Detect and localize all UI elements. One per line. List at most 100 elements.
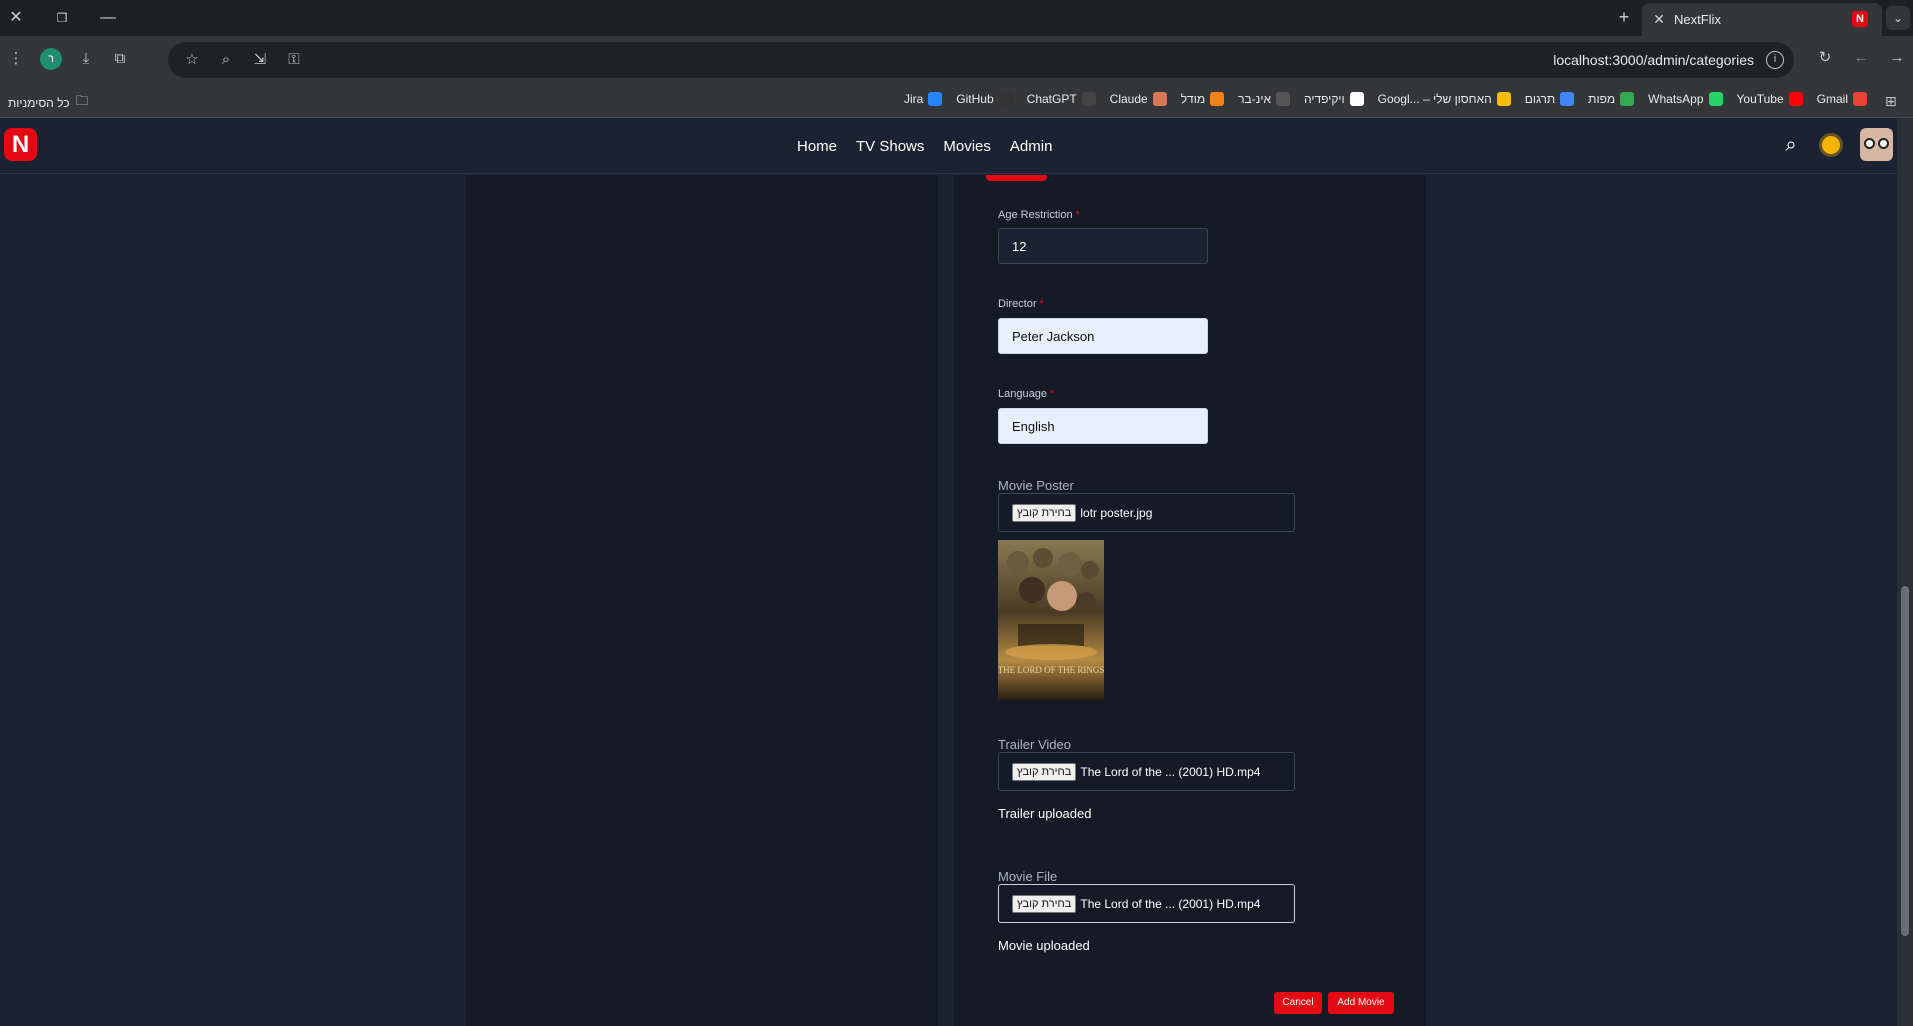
- close-window-icon[interactable]: ✕: [4, 6, 28, 30]
- back-icon[interactable]: ←: [1851, 48, 1871, 68]
- drive-icon: [1496, 92, 1511, 106]
- nextflix-logo[interactable]: N: [4, 128, 37, 161]
- bookmark-label: Gmail: [1816, 92, 1848, 106]
- avatar-eye-left: [1864, 138, 1875, 149]
- active-section-tab[interactable]: [986, 175, 1047, 181]
- bookmark-item[interactable]: Claude: [1110, 92, 1167, 106]
- bookmark-item[interactable]: GitHub: [956, 92, 1013, 106]
- poster-title-text: THE LORD OF THE RINGS: [998, 665, 1104, 675]
- bookmark-label: מודל: [1180, 92, 1206, 106]
- theme-toggle-sun-icon[interactable]: [1822, 135, 1840, 154]
- password-key-icon[interactable]: ⚿: [284, 50, 304, 70]
- nav-home[interactable]: Home: [797, 138, 837, 155]
- cancel-button[interactable]: Cancel: [1274, 992, 1322, 1014]
- movie-poster-preview: THE LORD OF THE RINGS: [998, 540, 1104, 700]
- forward-icon[interactable]: →: [1887, 48, 1907, 68]
- age-restriction-label: Age Restriction *: [998, 209, 1080, 221]
- trailer-video-file-input[interactable]: בחירת קובץ The Lord of the ... (2001) HD…: [998, 752, 1295, 791]
- bookmark-label: תרגום: [1524, 92, 1556, 106]
- globe-icon: [1275, 92, 1290, 106]
- download-icon[interactable]: ⤓: [76, 49, 96, 69]
- apps-grid-icon[interactable]: ⊞: [1885, 93, 1901, 109]
- bookmark-item[interactable]: אינ-בר: [1238, 92, 1290, 106]
- director-input[interactable]: Peter Jackson: [998, 318, 1208, 354]
- bookmark-label: ויקיפדיה: [1303, 92, 1345, 106]
- movie-poster-file-input[interactable]: בחירת קובץ lotr poster.jpg: [998, 493, 1295, 532]
- jira-icon: [928, 92, 943, 106]
- youtube-icon: [1788, 92, 1803, 106]
- main-nav: Home TV Shows Movies Admin: [797, 138, 1052, 155]
- add-movie-button[interactable]: Add Movie: [1328, 992, 1394, 1014]
- bookmark-label: אינ-בר: [1238, 92, 1271, 106]
- age-restriction-input[interactable]: 12: [998, 228, 1208, 264]
- choose-file-button[interactable]: בחירת קובץ: [1012, 503, 1077, 522]
- translate-icon: [1560, 92, 1575, 106]
- bookmark-item[interactable]: מפות: [1588, 92, 1635, 106]
- left-panel: [466, 175, 938, 1026]
- install-app-icon[interactable]: ⇲: [250, 50, 270, 70]
- scrollbar-thumb[interactable]: [1901, 586, 1909, 936]
- bookmark-item[interactable]: Googl... – האחסון שלי: [1378, 92, 1511, 106]
- page-scrollbar[interactable]: [1897, 118, 1913, 1026]
- minimize-window-icon[interactable]: —: [96, 6, 120, 30]
- bookmark-item[interactable]: ChatGPT: [1027, 92, 1096, 106]
- tab-title: NextFlix: [1674, 12, 1721, 27]
- choose-file-button[interactable]: בחירת קובץ: [1012, 894, 1077, 913]
- nav-tv-shows[interactable]: TV Shows: [856, 138, 924, 155]
- bookmark-label: WhatsApp: [1648, 92, 1704, 106]
- bookmark-item[interactable]: תרגום: [1524, 92, 1575, 106]
- all-bookmarks-label: כל הסימניות: [8, 96, 70, 110]
- movie-upload-status: Movie uploaded: [998, 938, 1090, 953]
- zoom-icon[interactable]: ⌕: [216, 50, 236, 70]
- avatar-eye-right: [1878, 138, 1889, 149]
- tab-search-button[interactable]: ⌄: [1886, 6, 1910, 30]
- trailer-video-filename: The Lord of the ... (2001) HD.mp4: [1080, 764, 1261, 779]
- app-header: N Home TV Shows Movies Admin ⌕: [0, 118, 1897, 174]
- whatsapp-icon: [1708, 92, 1723, 106]
- folder-icon: 🗀: [75, 93, 89, 108]
- language-input[interactable]: English: [998, 408, 1208, 444]
- trailer-video-label: Trailer Video: [998, 737, 1071, 752]
- url-text[interactable]: localhost:3000/admin/categories: [1553, 52, 1754, 68]
- all-bookmarks[interactable]: כל הסימניות 🗀: [8, 92, 89, 114]
- bookmark-item[interactable]: YouTube: [1737, 92, 1803, 106]
- tab-favicon-icon: N: [1852, 11, 1868, 27]
- bookmark-label: Jira: [903, 92, 924, 106]
- movie-poster-filename: lotr poster.jpg: [1080, 505, 1153, 520]
- claude-icon: [1152, 92, 1167, 106]
- reload-icon[interactable]: ↻: [1815, 48, 1835, 68]
- moodle-icon: [1210, 92, 1225, 106]
- bookmark-label: Googl... – האחסון שלי: [1377, 92, 1492, 106]
- nav-admin[interactable]: Admin: [1010, 138, 1053, 155]
- movie-poster-label: Movie Poster: [998, 478, 1074, 493]
- trailer-upload-status: Trailer uploaded: [998, 806, 1092, 821]
- bookmark-item[interactable]: מודל: [1180, 92, 1225, 106]
- movie-file-label: Movie File: [998, 869, 1058, 884]
- poster-image: THE LORD OF THE RINGS: [998, 540, 1104, 700]
- address-bar[interactable]: ☆ ⌕ ⇲ ⚿ localhost:3000/admin/categories …: [168, 42, 1794, 78]
- bookmark-item[interactable]: WhatsApp: [1648, 92, 1723, 106]
- chatgpt-icon: [1081, 92, 1096, 106]
- bookmark-item[interactable]: Jira: [903, 92, 943, 106]
- extensions-icon[interactable]: ⧉: [110, 49, 130, 69]
- bookmark-star-icon[interactable]: ☆: [182, 50, 202, 70]
- page-content: [0, 175, 1897, 1026]
- bookmark-item[interactable]: ויקיפדיה: [1304, 92, 1364, 106]
- restore-window-icon[interactable]: ❐: [50, 6, 74, 30]
- tab-close-icon[interactable]: ✕: [1650, 10, 1668, 28]
- profile-avatar[interactable]: ר: [40, 48, 62, 70]
- github-icon: [998, 92, 1013, 106]
- bookmark-label: GitHub: [956, 92, 994, 106]
- browser-tabstrip: ✕ ❐ — + ✕ NextFlix N ⌄: [0, 0, 1913, 36]
- user-avatar[interactable]: [1860, 128, 1893, 161]
- site-info-icon[interactable]: i: [1766, 51, 1784, 69]
- nav-movies[interactable]: Movies: [943, 138, 991, 155]
- movie-file-filename: The Lord of the ... (2001) HD.mp4: [1080, 896, 1261, 911]
- menu-kebab-icon[interactable]: ⋮: [6, 49, 26, 69]
- new-tab-button[interactable]: +: [1612, 6, 1636, 30]
- bookmark-item[interactable]: Gmail: [1817, 92, 1867, 106]
- browser-tab[interactable]: ✕ NextFlix N: [1642, 3, 1882, 36]
- search-icon[interactable]: ⌕: [1780, 134, 1802, 156]
- choose-file-button[interactable]: בחירת קובץ: [1012, 762, 1077, 781]
- movie-file-input[interactable]: בחירת קובץ The Lord of the ... (2001) HD…: [998, 884, 1295, 923]
